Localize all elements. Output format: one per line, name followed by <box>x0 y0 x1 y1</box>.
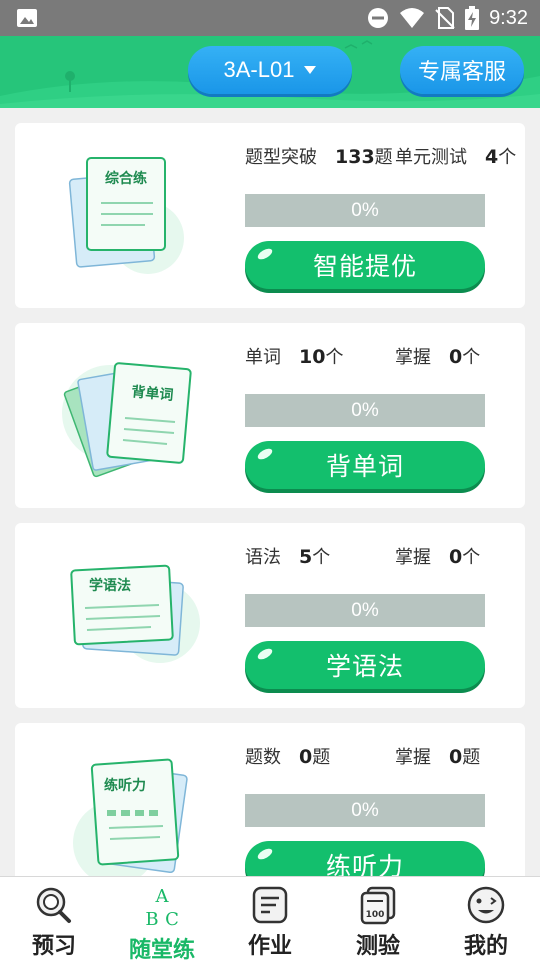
practice-card-comprehensive: 综合练 题型突破 133题 单元测试 4个 0% 智能提优 <box>15 123 525 308</box>
button-shine <box>256 446 274 462</box>
card-stats: 单词 10个 掌握 0个 <box>245 343 515 368</box>
bottom-navigation: 预习 A B C 随堂练 作业 100 测验 我的 <box>0 876 540 960</box>
svg-text:B: B <box>145 909 158 929</box>
learn-grammar-button[interactable]: 学语法 <box>245 641 485 689</box>
stat-label: 掌握 <box>395 347 431 368</box>
stat-label: 掌握 <box>395 747 431 768</box>
stat-value: 4 <box>485 146 499 168</box>
stat-value: 0 <box>449 746 463 768</box>
stat-unit: 个 <box>325 347 344 368</box>
illustration-label: 练听力 <box>104 777 146 794</box>
button-shine <box>256 646 274 662</box>
progress-text: 0% <box>351 599 379 621</box>
progress-text: 0% <box>351 399 379 421</box>
progress-text: 0% <box>351 799 379 821</box>
stat-label: 语法 <box>245 547 281 568</box>
battery-charging-icon <box>465 6 480 30</box>
nav-item-quiz[interactable]: 100 测验 <box>324 877 432 960</box>
stat-unit: 个 <box>462 347 481 368</box>
progress-bar: 0% <box>245 794 485 827</box>
stat-unit: 题 <box>312 747 331 768</box>
no-sim-icon <box>435 7 455 29</box>
nav-label: 随堂练 <box>128 938 195 960</box>
stat-value: 0 <box>449 546 463 568</box>
customer-service-button[interactable]: 专属客服 <box>400 46 524 94</box>
grammar-illustration: 学语法 <box>70 564 200 663</box>
practice-card-listening: 练听力 题数 0题 掌握 0题 0% 练听力 <box>15 723 525 876</box>
stat-label: 单元测试 <box>395 147 467 168</box>
stat-label: 题数 <box>245 747 281 768</box>
card-stats: 题数 0题 掌握 0题 <box>245 743 515 768</box>
nav-item-homework[interactable]: 作业 <box>216 877 324 960</box>
stat-unit: 题 <box>462 747 481 768</box>
listening-illustration: 练听力 <box>73 758 188 876</box>
progress-bar: 0% <box>245 594 485 627</box>
card-stats: 题型突破 133题 单元测试 4个 <box>245 143 517 168</box>
wifi-icon <box>400 8 425 28</box>
nav-label: 作业 <box>247 934 292 959</box>
nav-label: 我的 <box>463 934 508 959</box>
button-label: 背单词 <box>325 452 404 481</box>
practice-listening-button[interactable]: 练听力 <box>245 841 485 876</box>
do-not-disturb-icon <box>368 8 389 28</box>
practice-card-vocabulary: 背单词 单词 10个 掌握 0个 0% 背单词 <box>15 323 525 508</box>
stat-unit: 个 <box>462 547 481 568</box>
nav-label: 预习 <box>31 934 76 959</box>
svg-text:100: 100 <box>366 910 385 920</box>
button-label: 学语法 <box>325 652 404 681</box>
progress-bar: 0% <box>245 394 485 427</box>
button-label: 练听力 <box>325 852 404 876</box>
stat-unit: 题 <box>374 147 393 168</box>
stat-label: 题型突破 <box>245 147 317 168</box>
image-notification-icon <box>17 9 37 27</box>
vocabulary-illustration: 背单词 <box>62 362 192 478</box>
stat-unit: 个 <box>498 147 517 168</box>
stat-label: 单词 <box>245 347 281 368</box>
progress-text: 0% <box>351 199 379 221</box>
nav-item-in-class-practice[interactable]: A B C 随堂练 <box>108 877 216 960</box>
status-time: 9:32 <box>489 6 528 29</box>
practice-list[interactable]: 综合练 题型突破 133题 单元测试 4个 0% 智能提优 背单词 单词 10个… <box>0 108 540 876</box>
stat-value: 133 <box>335 146 375 168</box>
button-shine <box>256 246 274 262</box>
card-stats: 语法 5个 掌握 0个 <box>245 543 515 568</box>
stat-label: 掌握 <box>395 547 431 568</box>
nav-label: 测验 <box>355 934 400 959</box>
stat-value: 0 <box>299 746 313 768</box>
comprehensive-practice-illustration: 综合练 <box>68 157 184 274</box>
smart-improve-button[interactable]: 智能提优 <box>245 241 485 289</box>
illustration-label: 综合练 <box>105 170 147 187</box>
status-bar: 9:32 <box>0 0 540 36</box>
progress-bar: 0% <box>245 194 485 227</box>
button-label: 智能提优 <box>312 252 417 281</box>
magnifier-icon <box>32 885 76 925</box>
test-paper-icon: 100 <box>356 885 400 925</box>
top-header: 3A-L01 专属客服 <box>0 36 540 108</box>
memorize-words-button[interactable]: 背单词 <box>245 441 485 489</box>
nav-item-mine[interactable]: 我的 <box>432 877 540 960</box>
stat-value: 5 <box>299 546 313 568</box>
practice-card-grammar: 学语法 语法 5个 掌握 0个 0% 学语法 <box>15 523 525 708</box>
button-shine <box>256 846 274 862</box>
dropdown-caret-icon <box>304 66 317 74</box>
illustration-label: 学语法 <box>89 577 131 594</box>
unit-selector-label: 3A-L01 <box>223 57 295 82</box>
nav-item-preview[interactable]: 预习 <box>0 877 108 960</box>
stat-value: 10 <box>299 346 326 368</box>
stat-value: 0 <box>449 346 463 368</box>
svg-text:C: C <box>165 909 179 929</box>
document-icon <box>248 885 292 925</box>
unit-selector[interactable]: 3A-L01 <box>188 46 352 94</box>
abc-icon: A B C <box>140 885 184 929</box>
svg-text:A: A <box>155 886 170 907</box>
smiley-face-icon <box>464 885 508 925</box>
stat-unit: 个 <box>312 547 331 568</box>
